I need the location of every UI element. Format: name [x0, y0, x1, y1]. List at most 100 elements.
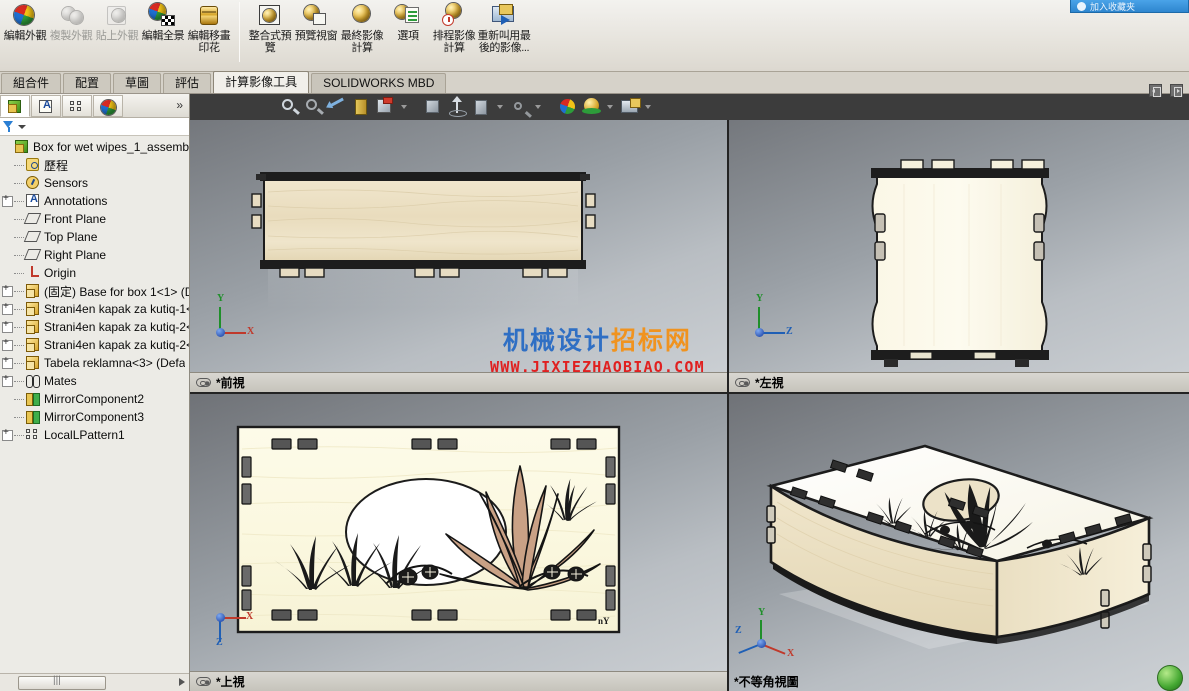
- tree-item[interactable]: Top Plane: [0, 228, 189, 246]
- feature-tree-tab[interactable]: [0, 94, 30, 117]
- chevron-down-icon[interactable]: [497, 105, 503, 109]
- view-orientation-icon[interactable]: [374, 96, 396, 118]
- chevron-down-icon[interactable]: [645, 105, 651, 109]
- previous-view-icon[interactable]: [326, 96, 348, 118]
- ribbon-command-label: 選項: [397, 30, 419, 42]
- display-style-icon[interactable]: [422, 96, 444, 118]
- tree-item[interactable]: Annotations: [0, 192, 189, 210]
- edit-appearance-icon[interactable]: [556, 96, 578, 118]
- scroll-right-arrow-icon[interactable]: [179, 678, 185, 686]
- tree-expand-toggle[interactable]: [2, 301, 13, 315]
- ribbon-command-preview-window[interactable]: 預覽視窗: [293, 0, 339, 70]
- zoom-to-area-icon[interactable]: [302, 96, 324, 118]
- tree-item[interactable]: Origin: [0, 264, 189, 282]
- display-manager-tab[interactable]: [93, 94, 123, 117]
- tree-item[interactable]: Box for wet wipes_1_assembled: [0, 138, 189, 156]
- viewport-layout-icon[interactable]: [618, 96, 641, 118]
- chevron-down-icon[interactable]: [607, 105, 613, 109]
- tree-expand-toggle[interactable]: [2, 319, 13, 333]
- hide-show-items-icon[interactable]: [446, 96, 468, 118]
- chevron-down-icon[interactable]: [401, 105, 407, 109]
- lock-icon: [735, 378, 750, 387]
- svg-text:nY: nY: [598, 616, 610, 626]
- origin-icon: [25, 266, 40, 280]
- feature-tree[interactable]: Box for wet wipes_1_assembled 歷程 Sensors An…: [0, 136, 189, 673]
- feature-tree-filter[interactable]: [0, 118, 189, 136]
- ribbon-command-copy-appearance[interactable]: 複製外觀: [48, 0, 94, 70]
- tree-connector: [14, 434, 24, 436]
- view-settings-icon[interactable]: [508, 96, 530, 118]
- collapse-left-panel-button[interactable]: [1149, 84, 1162, 97]
- tree-connector: [14, 380, 24, 382]
- chevron-down-icon[interactable]: [18, 124, 26, 129]
- graphics-area[interactable]: Y X *前視 Y Z *左視 nY Z X *上視 Y X Z *不等角視圖 …: [190, 94, 1189, 691]
- tree-expand-toggle[interactable]: [2, 337, 13, 351]
- ribbon-command-paste-appearance[interactable]: 貼上外觀: [94, 0, 140, 70]
- axis-label-z: Z: [735, 625, 742, 636]
- tab-evaluate[interactable]: 評估: [163, 73, 212, 93]
- tree-item[interactable]: Right Plane: [0, 246, 189, 264]
- ribbon-command-schedule-render[interactable]: 排程影像計算: [431, 0, 477, 70]
- ribbon-command-edit-decal[interactable]: 編輯移畫印花: [186, 0, 232, 70]
- tree-item[interactable]: Strani4en kapak za kutiq-2<: [0, 318, 189, 336]
- collapse-right-panel-button[interactable]: [1170, 84, 1183, 97]
- display-state-icon[interactable]: [470, 96, 492, 118]
- tree-expand-toggle[interactable]: [2, 427, 13, 441]
- tree-expand-toggle[interactable]: [2, 373, 13, 387]
- tab-assembly[interactable]: 組合件: [1, 73, 62, 93]
- tab-sketch[interactable]: 草圖: [113, 73, 162, 93]
- chevron-down-icon[interactable]: [535, 105, 541, 109]
- viewport-left[interactable]: Y Z *左視: [729, 94, 1189, 392]
- ribbon-command-integrated-preview[interactable]: 整合式預覽: [247, 0, 293, 70]
- tree-expand-toggle[interactable]: [2, 355, 13, 369]
- viewport-top[interactable]: nY Z X *上視: [190, 394, 727, 691]
- tree-expand-toggle[interactable]: [2, 283, 13, 297]
- tree-connector: [14, 236, 24, 238]
- tree-expand-spacer: [2, 232, 13, 243]
- tree-expand-toggle[interactable]: [2, 193, 13, 207]
- ribbon-command-final-render[interactable]: 最終影像計算: [339, 0, 385, 70]
- ribbon-command-edit-appearance[interactable]: 編輯外觀: [2, 0, 48, 70]
- ribbon-command-recall-last-render[interactable]: 重新叫用最後的影像...: [477, 0, 531, 70]
- zoom-to-fit-icon[interactable]: [278, 96, 300, 118]
- apply-scene-icon[interactable]: [580, 96, 602, 118]
- tree-item[interactable]: 歷程: [0, 156, 189, 174]
- tree-item-label: (固定) Base for box 1<1> (D: [44, 284, 189, 299]
- ribbon-command-edit-scene[interactable]: 編輯全景: [140, 0, 186, 70]
- tree-item[interactable]: (固定) Base for box 1<1> (D: [0, 282, 189, 300]
- display-manager-ball-icon: [100, 99, 116, 115]
- ribbon-command-options[interactable]: 選項: [385, 0, 431, 70]
- filter-funnel-icon: [3, 121, 14, 132]
- viewport-divider-horizontal[interactable]: [190, 392, 1189, 394]
- tree-item[interactable]: MirrorComponent3: [0, 408, 189, 426]
- scrollbar-thumb[interactable]: [18, 675, 106, 690]
- property-manager-tab[interactable]: [31, 94, 61, 117]
- tree-item-label: MirrorComponent2: [44, 392, 145, 406]
- viewport-front[interactable]: Y X *前視: [190, 94, 727, 392]
- lock-icon: [196, 378, 211, 387]
- tab-layout[interactable]: 配置: [63, 73, 112, 93]
- feature-tree-horizontal-scrollbar[interactable]: [0, 673, 189, 691]
- tree-item[interactable]: Strani4en kapak za kutiq-1<: [0, 300, 189, 318]
- configuration-manager-tab[interactable]: [62, 94, 92, 117]
- tree-item[interactable]: Strani4en kapak za kutiq-2<: [0, 336, 189, 354]
- ribbon-command-label: 重新叫用最後的影像...: [477, 30, 531, 54]
- section-view-icon[interactable]: [350, 96, 372, 118]
- tree-item[interactable]: MirrorComponent2: [0, 390, 189, 408]
- tree-item[interactable]: Sensors: [0, 174, 189, 192]
- tree-item[interactable]: Tabela reklamna<3> (Defa: [0, 354, 189, 372]
- top-view-model: nY: [236, 425, 621, 634]
- edit-decal-icon: [194, 3, 224, 29]
- tab-render-tools[interactable]: 計算影像工具: [213, 71, 310, 93]
- tree-item[interactable]: Mates: [0, 372, 189, 390]
- tree-item[interactable]: Front Plane: [0, 210, 189, 228]
- viewport-label-text: *左視: [755, 376, 784, 390]
- viewport-isometric[interactable]: Y X Z *不等角視圖: [729, 394, 1189, 691]
- feature-manager-overflow[interactable]: »: [176, 98, 183, 112]
- ribbon-command-label: 編輯移畫印花: [187, 30, 231, 54]
- assembly-tree-icon: [7, 99, 23, 114]
- tab-solidworks-mbd[interactable]: SOLIDWORKS MBD: [311, 73, 447, 93]
- tree-item[interactable]: LocalLPattern1: [0, 426, 189, 444]
- browser-favorite-chip[interactable]: 加入收藏夹: [1070, 0, 1189, 13]
- viewport-label-text: *前視: [216, 376, 245, 390]
